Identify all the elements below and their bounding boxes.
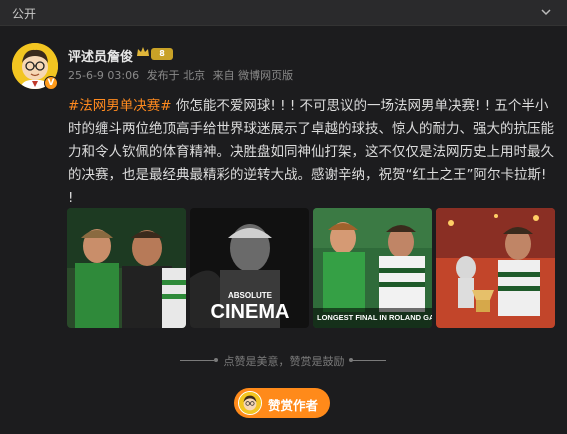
crown-icon	[137, 47, 149, 56]
image-grid: ABSOLUTE CINEMA LONGEST FINAL IN ROLAND …	[67, 208, 555, 328]
post-time[interactable]: 25-6-9 03:06	[68, 69, 139, 82]
image-thumb-4[interactable]	[436, 208, 555, 328]
visibility-bar: 公开	[0, 0, 567, 26]
image-thumb-3[interactable]: LONGEST FINAL IN ROLAND GARROS HISTORY	[313, 208, 432, 328]
cinema-overlay-text: CINEMA	[211, 301, 290, 323]
absolute-overlay-text: ABSOLUTE	[228, 291, 273, 300]
reward-button-label: 赞赏作者	[268, 398, 319, 413]
reward-slogan-text: 点赞是美意，赞赏是鼓励	[223, 355, 345, 368]
image-thumb-2[interactable]: ABSOLUTE CINEMA	[190, 208, 309, 328]
reward-author-button[interactable]: 赞赏作者	[234, 388, 330, 418]
chevron-down-icon[interactable]	[539, 5, 553, 19]
post-body: #法网男单决赛# 你怎能不爱网球! ! ! 不可思议的一场法网男单决赛! ! 五…	[68, 95, 554, 210]
post-location: 发布于 北京	[146, 69, 206, 82]
post-text: 你怎能不爱网球! ! ! 不可思议的一场法网男单决赛! ! 五个半小时的缠斗两位…	[68, 98, 554, 206]
post-meta: 25-6-9 03:06 发布于 北京 来自 微博网页版	[68, 67, 297, 83]
author-name[interactable]: 评述员詹俊	[68, 46, 133, 65]
post-source: 来自 微博网页版	[212, 69, 294, 82]
hashtag-link[interactable]: #法网男单决赛#	[68, 98, 172, 114]
level-badge: 8	[151, 48, 173, 60]
divider-left	[180, 360, 214, 361]
reward-avatar-icon	[238, 391, 262, 415]
longest-final-overlay-text: LONGEST FINAL IN ROLAND GARROS HISTORY	[317, 313, 432, 322]
reward-slogan: 点赞是美意，赞赏是鼓励	[0, 350, 567, 370]
divider-dot-left	[214, 358, 218, 362]
image-thumb-1[interactable]	[67, 208, 186, 328]
verified-badge: V	[44, 76, 58, 90]
divider-right	[352, 360, 386, 361]
visibility-label: 公开	[12, 7, 37, 21]
